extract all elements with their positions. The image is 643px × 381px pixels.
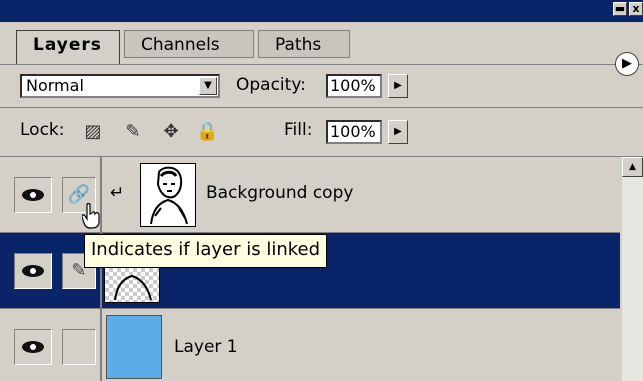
layers-scrollbar[interactable]: ▲: [622, 157, 643, 381]
opacity-input[interactable]: 100%: [326, 74, 382, 98]
eye-icon: [22, 265, 44, 277]
clipping-arrow-icon: ↵: [110, 183, 125, 203]
fill-label: Fill:: [284, 120, 313, 140]
eye-icon: [22, 189, 44, 201]
eye-icon: [22, 341, 44, 353]
tab-channels[interactable]: Channels: [124, 30, 254, 58]
opacity-label: Opacity:: [236, 75, 306, 95]
layer-thumbnail: [106, 315, 162, 379]
palette-tab-bar: Layers Channels Paths ▶: [0, 22, 643, 76]
opacity-slider-arrow-icon[interactable]: ▶: [388, 74, 408, 98]
layers-list: 🔗 ↵ Background copy ✎ Layer 1: [0, 157, 620, 381]
visibility-toggle[interactable]: [14, 253, 52, 289]
transparency-lock-icon[interactable]: ▨: [82, 122, 104, 142]
brush-lock-icon[interactable]: ✎: [122, 122, 144, 142]
layer-name: Background copy: [206, 183, 354, 203]
lock-label: Lock:: [20, 120, 65, 140]
blend-mode-value: Normal: [26, 76, 84, 95]
chain-link-icon: 🔗: [67, 184, 91, 205]
visibility-toggle[interactable]: [14, 177, 52, 213]
tab-paths[interactable]: Paths: [258, 30, 350, 58]
blend-opacity-row: Normal ▼ Opacity: 100% ▶: [0, 65, 643, 108]
layer-thumbnail: [140, 163, 196, 227]
minimize-icon[interactable]: ▬: [613, 2, 627, 16]
column-divider: [100, 157, 102, 381]
tooltip: Indicates if layer is linked: [84, 234, 328, 268]
move-lock-icon[interactable]: ✥: [160, 122, 182, 142]
lock-fill-row: Lock: ▨ ✎ ✥ 🔒 Fill: 100% ▶: [0, 108, 643, 157]
blend-mode-select[interactable]: Normal ▼: [20, 74, 220, 98]
padlock-icon[interactable]: 🔒: [196, 122, 218, 142]
close-icon[interactable]: x: [629, 2, 643, 16]
titlebar-buttons: ▬ x: [613, 2, 643, 16]
layer-row-layer-1[interactable]: Layer 1: [0, 309, 620, 381]
tab-layers[interactable]: Layers: [16, 30, 120, 64]
chevron-down-icon[interactable]: ▼: [199, 77, 217, 95]
scroll-up-icon[interactable]: ▲: [622, 157, 643, 177]
link-toggle[interactable]: [62, 329, 96, 365]
fill-slider-arrow-icon[interactable]: ▶: [388, 120, 408, 144]
hand-cursor-icon: [82, 203, 100, 229]
layer-name: Layer 1: [174, 337, 238, 357]
visibility-toggle[interactable]: [14, 329, 52, 365]
fill-input[interactable]: 100%: [326, 120, 382, 144]
palette-titlebar: ▬ x: [0, 0, 643, 22]
